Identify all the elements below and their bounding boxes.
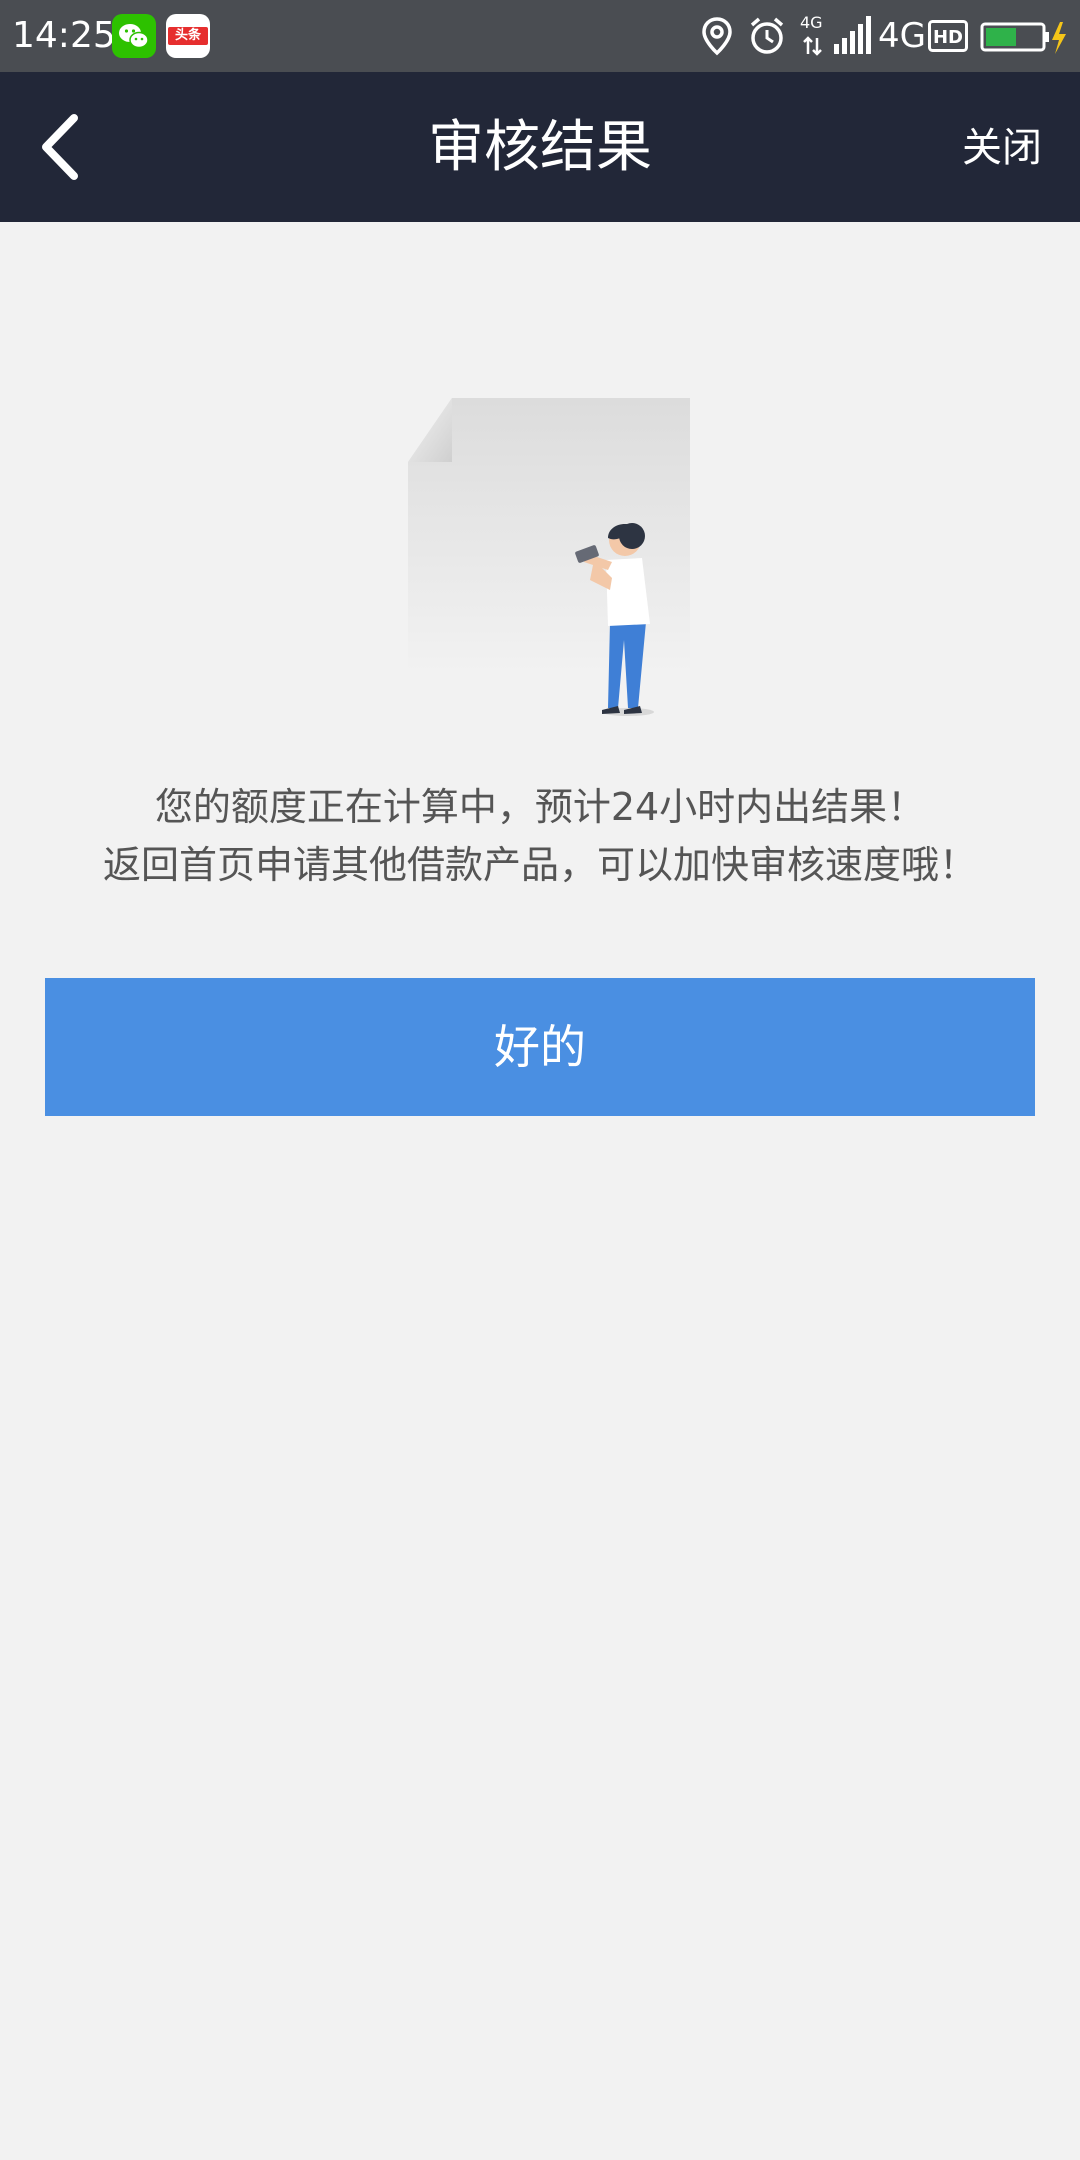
status-time: 14:25: [12, 15, 116, 56]
toutiao-icon: 头条: [166, 14, 210, 58]
chevron-left-icon: [42, 114, 78, 180]
message-line-2: 返回首页申请其他借款产品，可以加快审核速度哦！: [102, 843, 977, 887]
location-icon: [702, 17, 732, 56]
ok-button[interactable]: 好的: [45, 978, 1035, 1116]
hd-label: HD: [933, 27, 963, 48]
document-fold: [408, 398, 452, 462]
close-button[interactable]: 关闭: [962, 120, 1042, 176]
message-line-1: 您的额度正在计算中，预计24小时内出结果！: [154, 785, 926, 829]
status-message: 您的额度正在计算中，预计24小时内出结果！ 返回首页申请其他借款产品，可以加快审…: [40, 778, 1040, 894]
document-with-person-illustration: [380, 390, 710, 720]
alarm-icon: [750, 17, 784, 54]
page-title: 审核结果: [428, 115, 652, 180]
hd-icon: HD: [928, 20, 968, 52]
back-button[interactable]: [30, 110, 100, 184]
wechat-icon: [112, 14, 156, 58]
toutiao-label: 头条: [174, 28, 201, 43]
battery-icon: [980, 22, 1066, 54]
network-small-label: 4G: [800, 13, 823, 32]
data-arrows-icon: [803, 36, 822, 56]
nav-bar: 审核结果 关闭: [0, 72, 1080, 222]
network-label: 4G: [878, 16, 926, 56]
status-bar: 14:25 头条 4G 4G HD: [0, 0, 1080, 72]
signal-icon: [834, 16, 871, 54]
